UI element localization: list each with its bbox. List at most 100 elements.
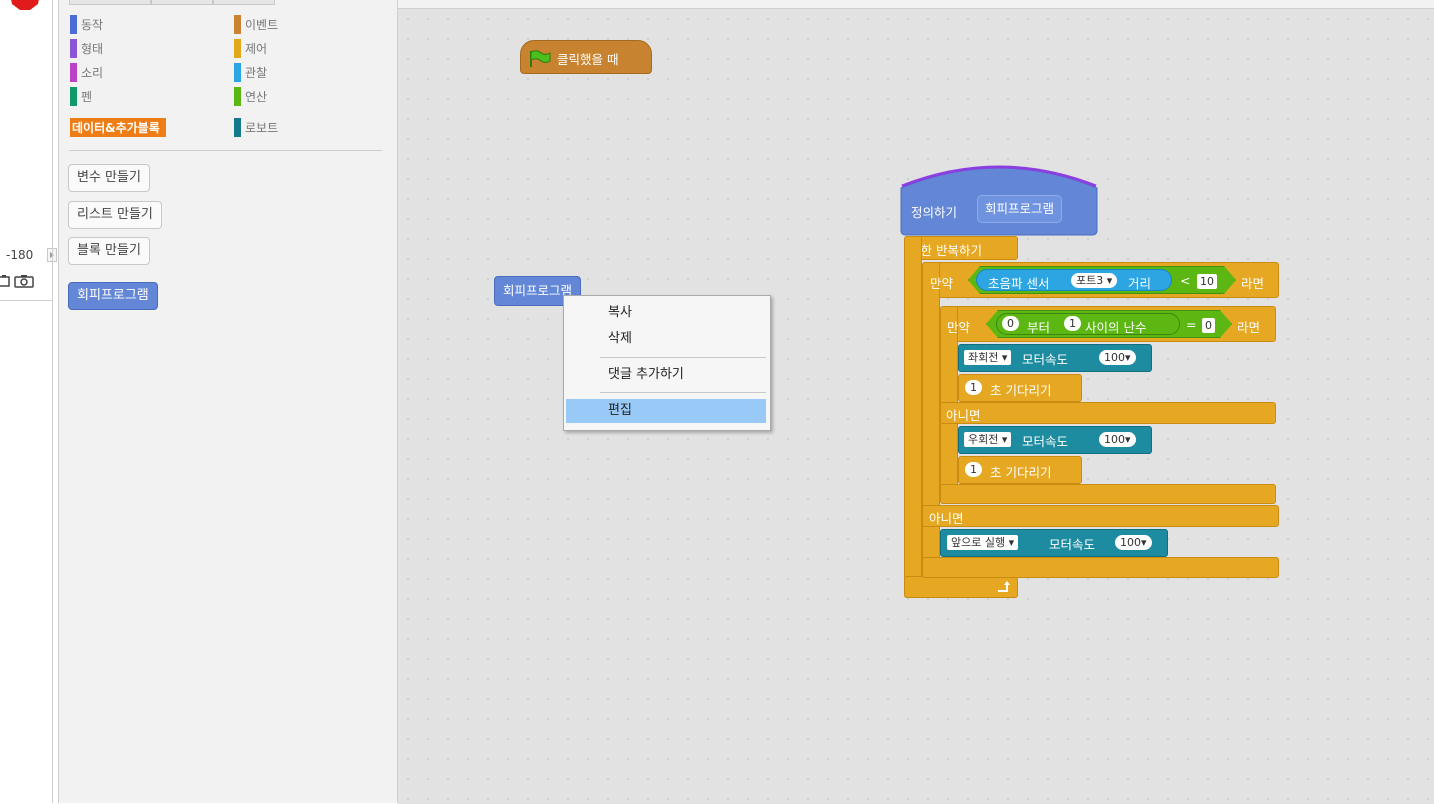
speed-value: 100 [1104, 351, 1125, 364]
block-palette: 동작 형태 소리 펜 데이터&추가블록 이벤트 제어 관찰 연산 로보트 변수 … [59, 0, 398, 803]
wait-label-1: 초 기다리기 [990, 383, 1052, 398]
port-value: 포트3 [1076, 274, 1104, 287]
category-sound[interactable]: 소리 [70, 63, 103, 82]
if-label: 만약 [930, 276, 954, 291]
speed-dropdown-left[interactable]: 100▾ [1099, 350, 1136, 365]
random-label: 사이의 난수 [1085, 320, 1147, 335]
port-dropdown[interactable]: 포트3 ▾ [1071, 273, 1118, 288]
equals-value-input[interactable]: 0 [1202, 318, 1215, 333]
category-color [70, 39, 77, 58]
sensor-label: 초음파 센서 [988, 276, 1050, 291]
else-label-inner: 아니면 [946, 408, 981, 423]
then-label: 라면 [1241, 276, 1265, 291]
category-color [70, 15, 77, 34]
make-variable-button[interactable]: 변수 만들기 [68, 164, 150, 192]
category-robot[interactable]: 로보트 [234, 118, 278, 137]
category-control[interactable]: 제어 [234, 39, 267, 58]
direction-dropdown-forward[interactable]: 앞으로 실행 ▾ [947, 535, 1019, 550]
stage-divider [0, 300, 52, 301]
category-label: 동작 [81, 18, 104, 32]
category-color [234, 63, 241, 82]
else-inner-bar [940, 402, 1276, 424]
palette-separator [69, 150, 382, 151]
tab-costumes[interactable] [151, 0, 213, 5]
x-coordinate: -180 [6, 248, 34, 262]
category-label: 데이터&추가블록 [72, 121, 160, 135]
context-menu: 복사 삭제 댓글 추가하기 편집 [563, 295, 771, 431]
tab-scripts[interactable] [69, 0, 151, 5]
direction-value: 우회전 [968, 433, 999, 446]
menu-separator [600, 357, 766, 358]
speed-dropdown-forward[interactable]: 100▾ [1115, 535, 1152, 550]
make-list-button[interactable]: 리스트 만들기 [68, 201, 162, 229]
category-events[interactable]: 이벤트 [234, 15, 278, 34]
when-flag-label: 클릭했을 때 [557, 52, 619, 67]
else-outer-bar [922, 505, 1279, 527]
category-color [234, 15, 241, 34]
direction-dropdown-right[interactable]: 우회전 ▾ [964, 432, 1012, 447]
category-motion[interactable]: 동작 [70, 15, 103, 34]
category-label: 제어 [245, 42, 268, 56]
menu-separator [600, 392, 766, 393]
speed-value: 100 [1120, 536, 1141, 549]
category-pen[interactable]: 펜 [70, 87, 92, 106]
speed-value: 100 [1104, 433, 1125, 446]
menu-item-duplicate[interactable]: 복사 [566, 301, 766, 325]
sprite-camera-icon[interactable] [0, 274, 12, 288]
menu-item-edit[interactable]: 편집 [566, 399, 766, 423]
menu-item-delete[interactable]: 삭제 [566, 327, 766, 351]
forever-arm [904, 236, 922, 598]
category-color [234, 39, 241, 58]
category-label: 소리 [81, 66, 104, 80]
else-label: 아니면 [929, 511, 964, 526]
category-operators[interactable]: 연산 [234, 87, 267, 106]
random-to-input[interactable]: 1 [1064, 316, 1081, 331]
stage-border [52, 0, 53, 803]
category-label: 로보트 [245, 121, 279, 135]
scripts-topbar [398, 0, 1434, 8]
when-flag-clicked-block[interactable]: 클릭했을 때 [520, 40, 652, 74]
wait-seconds-input-2[interactable]: 1 [965, 462, 982, 477]
if-else-outer-bottom [922, 557, 1279, 578]
wait-seconds-input-1[interactable]: 1 [965, 380, 982, 395]
define-block-name[interactable]: 회피프로그램 [977, 195, 1063, 223]
direction-value: 좌회전 [968, 351, 999, 364]
category-color [234, 87, 241, 106]
green-flag-icon [530, 50, 551, 67]
category-looks[interactable]: 형태 [70, 39, 103, 58]
motor-speed-label: 모터속도 [1022, 352, 1069, 367]
motor-speed-label: 모터속도 [1022, 434, 1069, 449]
direction-dropdown-left[interactable]: 좌회전 ▾ [964, 350, 1012, 365]
category-data-more-blocks[interactable]: 데이터&추가블록 [70, 118, 166, 137]
threshold-input[interactable]: 10 [1197, 274, 1217, 289]
camera-icon[interactable] [13, 274, 35, 288]
stage-strip: -180 [0, 0, 59, 803]
category-label: 형태 [81, 42, 104, 56]
category-label: 관찰 [245, 66, 268, 80]
then-label-inner: 라면 [1237, 320, 1261, 335]
from-label: 부터 [1027, 320, 1051, 335]
category-sensing[interactable]: 관찰 [234, 63, 267, 82]
distance-label: 거리 [1128, 276, 1152, 291]
loop-arrow-icon [998, 581, 1010, 592]
less-than-symbol: < [1180, 273, 1191, 288]
category-color [234, 118, 241, 137]
if-label-inner: 만약 [947, 320, 971, 335]
speed-dropdown-right[interactable]: 100▾ [1099, 432, 1136, 447]
tab-sounds[interactable] [213, 0, 275, 5]
define-label: 정의하기 [911, 205, 958, 220]
equals-symbol: = [1186, 317, 1197, 332]
menu-item-add-comment[interactable]: 댓글 추가하기 [566, 363, 766, 387]
if-else-outer-arm [922, 262, 940, 578]
category-label: 이벤트 [245, 18, 279, 32]
if-else-inner-bottom [940, 484, 1276, 504]
category-label: 연산 [245, 90, 268, 104]
random-from-input[interactable]: 0 [1002, 316, 1019, 331]
custom-block-palette[interactable]: 회피프로그램 [68, 282, 158, 310]
motor-speed-label: 모터속도 [1049, 537, 1096, 552]
stop-icon[interactable] [10, 0, 40, 10]
direction-value: 앞으로 실행 [951, 536, 1006, 549]
category-color [70, 63, 77, 82]
make-block-button[interactable]: 블록 만들기 [68, 237, 150, 265]
category-label: 펜 [81, 90, 93, 104]
